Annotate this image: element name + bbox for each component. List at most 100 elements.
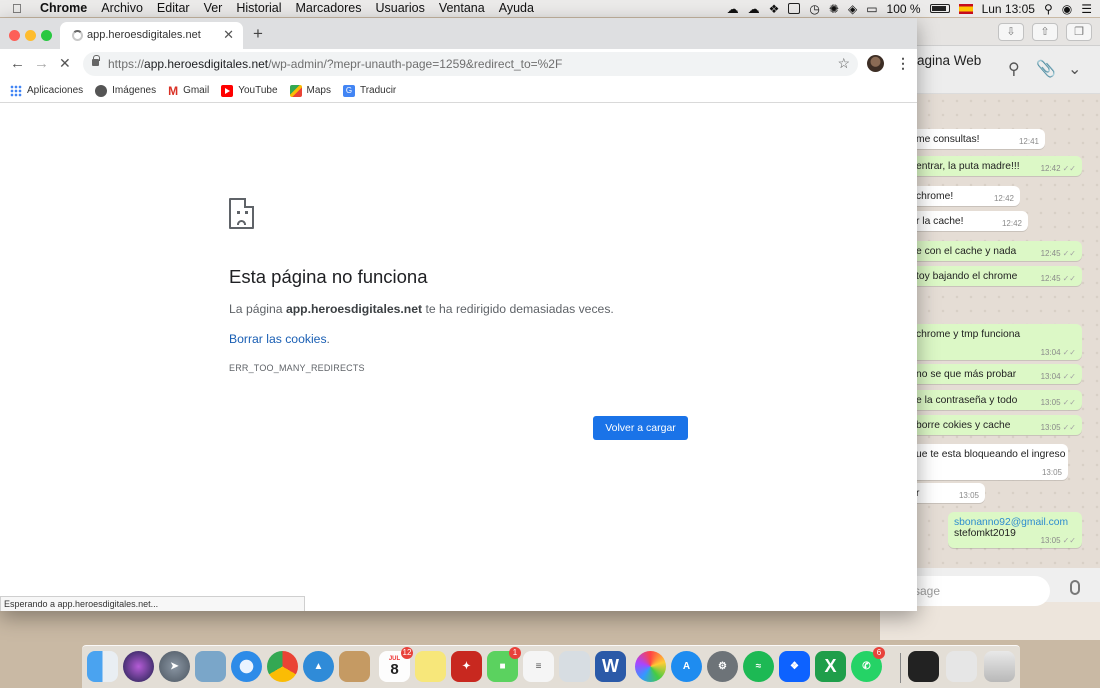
minimize-window-icon[interactable] xyxy=(25,30,36,41)
message-bubble[interactable]: entrar, la puta madre!!! 12:42 ✓✓ xyxy=(910,156,1082,176)
input-source-flag-icon[interactable] xyxy=(958,3,973,14)
spotify-icon[interactable]: ≈ xyxy=(743,651,774,682)
dropbox-app-icon[interactable]: ❖ xyxy=(779,651,810,682)
menu-marcadores[interactable]: Marcadores xyxy=(289,0,369,17)
system-preferences-icon[interactable]: ⚙ xyxy=(707,651,738,682)
menubar-clock[interactable]: Lun 13:05 xyxy=(982,2,1035,16)
creative-cloud-icon[interactable]: ☁ xyxy=(727,2,739,16)
reload-button[interactable]: Volver a cargar xyxy=(593,416,688,440)
clear-cookies-link-line: Borrar las cookies. xyxy=(229,332,330,346)
microphone-icon[interactable] xyxy=(1070,580,1080,595)
menu-ventana[interactable]: Ventana xyxy=(432,0,492,17)
terminal-thumbnail-icon[interactable] xyxy=(908,651,939,682)
reminders-icon[interactable]: ≡ xyxy=(523,651,554,682)
bluetooth-icon[interactable]: ✺ xyxy=(829,2,839,16)
cloud-upload-app-icon[interactable]: ▲ xyxy=(303,651,334,682)
attach-clip-icon[interactable]: 📎 xyxy=(1036,59,1056,79)
calendar-badge: 12 xyxy=(401,647,413,659)
whatsapp-chat-title[interactable]: agina Web xyxy=(917,53,981,68)
preview-icon[interactable] xyxy=(559,651,590,682)
lock-icon[interactable] xyxy=(92,55,100,66)
finder-icon[interactable] xyxy=(87,651,118,682)
facetime-icon[interactable]: ■ 1 xyxy=(487,647,521,682)
photos-icon[interactable] xyxy=(635,651,666,682)
spotlight-search-icon[interactable]: ⚲ xyxy=(1044,2,1053,16)
status-bubble: Esperando a app.heroesdigitales.net... xyxy=(0,596,305,611)
whatsapp-icon[interactable]: ✆ 6 xyxy=(851,647,885,682)
share-icon[interactable]: ⇧ xyxy=(1032,23,1058,41)
chrome-icon[interactable] xyxy=(267,651,298,682)
download-icon[interactable]: ⇩ xyxy=(998,23,1024,41)
notes-icon[interactable] xyxy=(415,651,446,682)
close-tab-icon[interactable]: ✕ xyxy=(223,27,234,43)
bookmark-traducir[interactable]: G Traducir xyxy=(342,84,396,97)
new-window-icon[interactable]: ❐ xyxy=(1066,23,1092,41)
tab-active[interactable]: app.heroesdigitales.net ✕ xyxy=(60,22,243,49)
bookmark-maps[interactable]: Maps xyxy=(289,84,331,97)
menu-editar[interactable]: Editar xyxy=(150,0,197,17)
calendar-icon[interactable]: JUL 8 12 xyxy=(379,647,413,682)
url-scheme: https:// xyxy=(108,57,145,71)
menu-ver[interactable]: Ver xyxy=(197,0,230,17)
message-bubble[interactable]: e con el cache y nada 12:45 ✓✓ xyxy=(910,241,1082,261)
message-bubble[interactable]: me consultas! 12:41 xyxy=(910,129,1045,149)
message-bubble[interactable]: ue te esta bloqueando el ingreso 13:05 xyxy=(910,444,1068,480)
wifi-icon[interactable]: ◈ xyxy=(848,2,857,16)
time-machine-icon[interactable]: ◷ xyxy=(809,2,819,16)
address-bar[interactable]: https://app.heroesdigitales.net/wp-admin… xyxy=(83,52,858,76)
gmail-icon: M xyxy=(168,83,179,98)
bookmark-star-icon[interactable]: ☆ xyxy=(837,55,850,72)
bookmark-youtube[interactable]: YouTube xyxy=(221,84,278,97)
message-bubble[interactable]: toy bajando el chrome 12:45 ✓✓ xyxy=(910,266,1082,286)
cloud-upload-icon[interactable]: ☁ xyxy=(748,2,760,16)
search-icon[interactable]: ⚲ xyxy=(1008,59,1020,79)
safari-icon[interactable] xyxy=(231,651,262,682)
apple-menu-icon[interactable]:  xyxy=(12,1,32,16)
message-bubble[interactable]: chrome! 12:42 xyxy=(910,186,1020,206)
menu-historial[interactable]: Historial xyxy=(229,0,288,17)
contacts-icon[interactable] xyxy=(339,651,370,682)
profile-avatar[interactable] xyxy=(867,55,884,72)
siri-icon[interactable] xyxy=(123,651,154,682)
bookmark-gmail[interactable]: M Gmail xyxy=(168,84,209,98)
trash-icon[interactable] xyxy=(984,651,1015,682)
page-content: Esta página no funciona La página app.he… xyxy=(0,103,917,611)
forward-arrow-icon[interactable]: → xyxy=(34,55,49,72)
bookmark-aplicaciones[interactable]: Aplicaciones xyxy=(10,84,83,97)
close-window-icon[interactable] xyxy=(9,30,20,41)
launchpad-icon[interactable]: ➤ xyxy=(159,651,190,682)
image-capture-icon[interactable] xyxy=(195,651,226,682)
dropbox-icon[interactable]: ❖ xyxy=(769,2,780,16)
zoom-window-icon[interactable] xyxy=(41,30,52,41)
menu-ayuda[interactable]: Ayuda xyxy=(492,0,541,17)
notification-center-icon[interactable]: ☰ xyxy=(1081,2,1092,16)
screenshot-stack-icon[interactable] xyxy=(946,651,977,682)
translate-icon: G xyxy=(342,84,355,97)
acrobat-icon[interactable]: ✦ xyxy=(451,651,482,682)
message-bubble[interactable]: chrome y tmp funciona 13:04 ✓✓ xyxy=(910,324,1082,360)
message-bubble[interactable]: r 13:05 xyxy=(910,483,985,503)
message-bubble[interactable]: sbonanno92@gmail.com stefomkt2019 13:05 ✓… xyxy=(948,512,1082,548)
airplay-icon[interactable]: ▭ xyxy=(866,2,877,16)
message-bubble[interactable]: e la contraseña y todo 13:05 ✓✓ xyxy=(910,390,1082,410)
word-icon[interactable]: W xyxy=(595,651,626,682)
app-store-icon[interactable]: A xyxy=(671,651,702,682)
menu-app-name[interactable]: Chrome xyxy=(32,0,94,17)
new-tab-button[interactable]: + xyxy=(253,24,263,44)
back-arrow-icon[interactable]: ← xyxy=(10,55,25,72)
facetime-badge: 1 xyxy=(509,647,521,659)
more-menu-icon[interactable]: ⋮ xyxy=(896,55,910,72)
notes-icon[interactable] xyxy=(788,3,801,14)
message-bubble[interactable]: r la cache! 12:42 xyxy=(910,211,1028,231)
bookmark-imagenes[interactable]: Imágenes xyxy=(95,84,156,97)
menu-archivo[interactable]: Archivo xyxy=(94,0,150,17)
siri-icon[interactable]: ◉ xyxy=(1062,2,1072,16)
message-bubble[interactable]: borre cokies y cache 13:05 ✓✓ xyxy=(910,415,1082,435)
menu-usuarios[interactable]: Usuarios xyxy=(369,0,432,17)
battery-percent[interactable]: 100 % xyxy=(887,2,921,16)
chevron-down-icon[interactable]: ⌄ xyxy=(1068,59,1081,79)
excel-icon[interactable]: X xyxy=(815,651,846,682)
clear-cookies-link[interactable]: Borrar las cookies xyxy=(229,332,327,346)
stop-loading-icon[interactable]: ✕ xyxy=(59,55,71,72)
message-bubble[interactable]: no se que más probar 13:04 ✓✓ xyxy=(910,364,1082,384)
